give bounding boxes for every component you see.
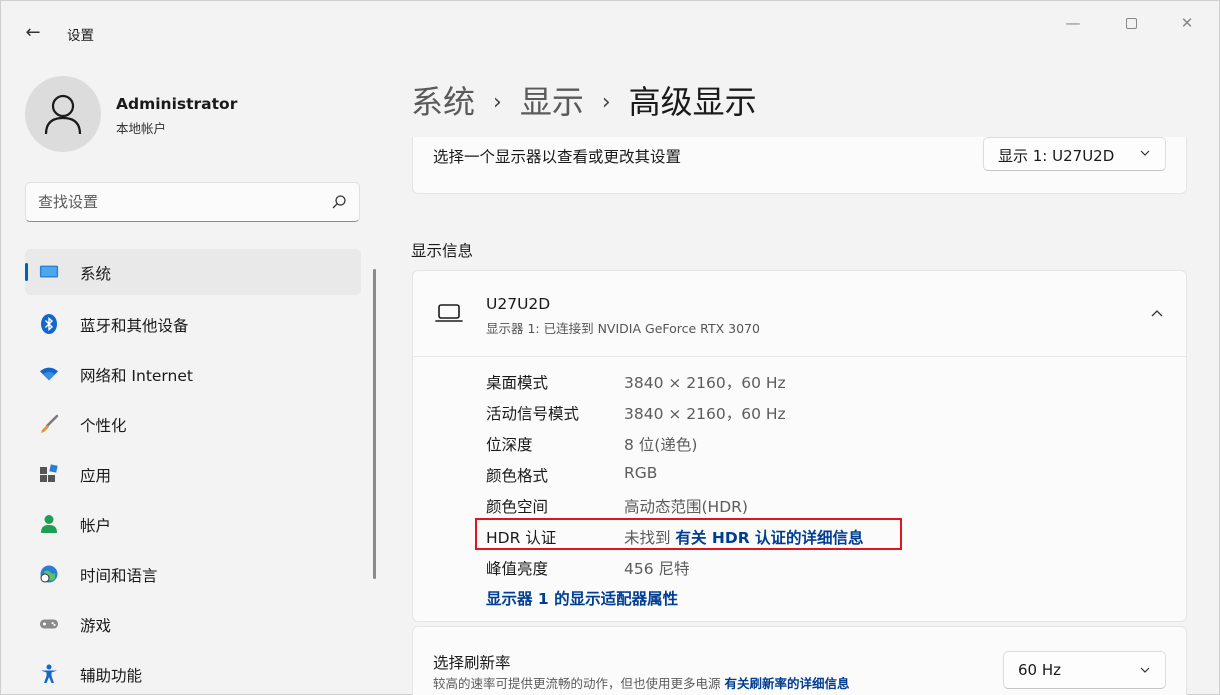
sidebar-item-bluetooth[interactable]: 蓝牙和其他设备 [25,299,361,349]
info-key: 颜色空间 [486,498,549,516]
sidebar-item-label: 游戏 [80,617,112,635]
sidebar-item-accessibility[interactable]: 辅助功能 [25,649,361,695]
info-row-peak-brightness: 峰值亮度 456 尼特 [486,553,1136,584]
breadcrumb: 系统 › 显示 › 高级显示 [411,77,757,123]
display-info-header[interactable]: U27U2D 显示器 1: 已连接到 NVIDIA GeForce RTX 30… [413,271,1186,357]
sidebar-scrollbar[interactable] [373,269,376,579]
app-title: 设置 [67,28,94,44]
page-title: 高级显示 [628,83,757,121]
info-key: 峰值亮度 [486,560,549,578]
refresh-rate-title: 选择刷新率 [433,654,511,672]
info-value: 3840 × 2160，60 Hz [624,405,786,423]
info-row-color-format: 颜色格式 RGB [486,460,1136,491]
breadcrumb-display[interactable]: 显示 [520,83,584,121]
accessibility-icon [39,664,59,684]
sidebar-item-label: 帐户 [80,517,112,535]
refresh-rate-link[interactable]: 有关刷新率的详细信息 [725,676,850,691]
info-row-desktop-mode: 桌面模式 3840 × 2160，60 Hz [486,367,1136,398]
refresh-rate-card: 选择刷新率 较高的速率可提供更流畅的动作，但也使用更多电源 有关刷新率的详细信息… [412,626,1187,695]
info-row-active-signal: 活动信号模式 3840 × 2160，60 Hz [486,398,1136,429]
wifi-icon [39,364,59,384]
brush-icon [39,414,59,434]
info-row-bit-depth: 位深度 8 位(递色) [486,429,1136,460]
apps-icon [39,464,59,484]
title-bar: ← 设置 — ✕ [1,1,1220,61]
sidebar-item-label: 系统 [80,265,112,283]
search-box[interactable] [25,182,360,222]
refresh-rate-value: 60 Hz [1018,661,1062,679]
highlight-box [475,518,902,550]
sidebar-item-accounts[interactable]: 帐户 [25,499,361,549]
sidebar-item-apps[interactable]: 应用 [25,449,361,499]
maximize-button[interactable] [1111,11,1151,35]
sidebar-item-label: 辅助功能 [80,667,143,685]
refresh-rate-description: 较高的速率可提供更流畅的动作，但也使用更多电源 有关刷新率的详细信息 [433,673,850,692]
section-title-display-info: 显示信息 [411,242,474,260]
person-icon [39,514,59,534]
active-indicator [25,263,28,281]
monitor-dropdown[interactable]: 显示 1: U27U2D [983,137,1166,171]
display-info-rows: 桌面模式 3840 × 2160，60 Hz 活动信号模式 3840 × 216… [486,367,1136,584]
info-key: 颜色格式 [486,467,549,485]
bluetooth-icon [39,314,59,334]
display-adapter-properties-link[interactable]: 显示器 1 的显示适配器属性 [486,587,678,609]
account-type: 本地帐户 [116,121,167,136]
sidebar-item-label: 个性化 [80,417,127,435]
monitor-select-card: 选择一个显示器以查看或更改其设置 显示 1: U27U2D [412,137,1187,194]
laptop-icon [435,304,463,322]
person-icon [44,94,82,135]
monitor-name: U27U2D [486,295,551,313]
display-info-card: U27U2D 显示器 1: 已连接到 NVIDIA GeForce RTX 30… [412,270,1187,622]
gamepad-icon [39,614,59,634]
info-value: 3840 × 2160，60 Hz [624,374,786,392]
sidebar-item-time-language[interactable]: 时间和语言 [25,549,361,599]
monitor-connection: 显示器 1: 已连接到 NVIDIA GeForce RTX 3070 [486,321,760,336]
maximize-icon [1125,18,1137,29]
minimize-button[interactable]: — [1053,11,1093,35]
sidebar-nav: 系统 蓝牙和其他设备 网络和 Internet 个性化 应用 帐户 时间和语言 … [25,249,361,695]
chevron-down-icon [1140,150,1150,156]
info-key: 桌面模式 [486,374,549,392]
sidebar-item-network[interactable]: 网络和 Internet [25,349,361,399]
profile-name: Administrator [116,95,238,113]
monitor-select-label: 选择一个显示器以查看或更改其设置 [433,148,682,166]
sidebar-item-personalization[interactable]: 个性化 [25,399,361,449]
info-value: 高动态范围(HDR) [624,498,748,516]
sidebar-item-label: 时间和语言 [80,567,158,585]
chevron-down-icon [1140,667,1150,673]
refresh-rate-dropdown[interactable]: 60 Hz [1003,651,1166,689]
sidebar-item-system[interactable]: 系统 [25,249,361,295]
display-icon [39,262,59,282]
info-value: RGB [624,464,658,482]
sidebar-item-label: 应用 [80,467,112,485]
breadcrumb-system[interactable]: 系统 [411,83,475,121]
back-arrow-icon[interactable]: ← [19,19,47,47]
sidebar-item-gaming[interactable]: 游戏 [25,599,361,649]
globe-clock-icon [39,564,59,584]
close-button[interactable]: ✕ [1167,11,1207,35]
breadcrumb-separator: › [493,90,502,115]
user-profile[interactable]: Administrator 本地帐户 [25,76,355,152]
chevron-up-icon[interactable] [1150,307,1164,319]
info-key: 位深度 [486,436,533,454]
monitor-dropdown-value: 显示 1: U27U2D [998,147,1115,165]
breadcrumb-separator: › [601,90,611,115]
refresh-desc-text: 较高的速率可提供更流畅的动作，但也使用更多电源 [433,676,721,691]
sidebar-item-label: 蓝牙和其他设备 [80,317,189,335]
info-value: 8 位(递色) [624,436,698,454]
search-input[interactable] [38,191,318,213]
search-icon[interactable] [331,194,347,210]
sidebar-item-label: 网络和 Internet [80,367,193,385]
info-key: 活动信号模式 [486,405,580,423]
avatar [25,76,101,152]
info-value: 456 尼特 [624,560,690,578]
